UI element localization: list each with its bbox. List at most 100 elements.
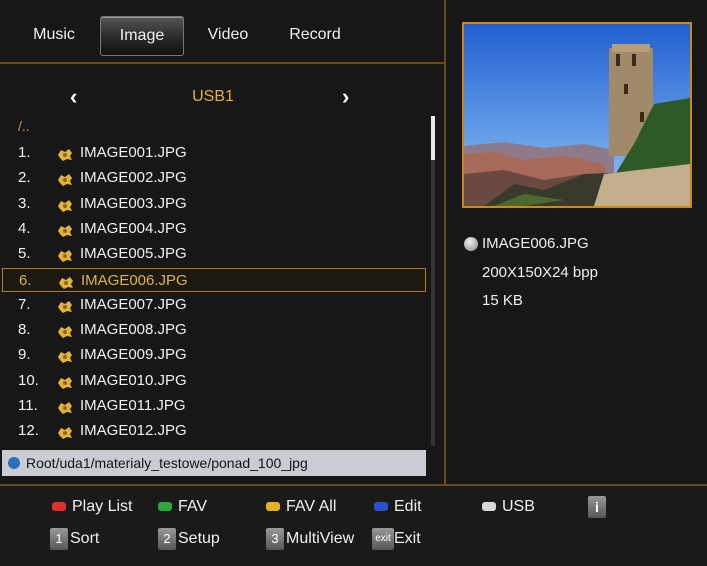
preview-filesize: 15 KB [482, 292, 523, 309]
play-list-key[interactable]: Play List [52, 496, 152, 518]
device-label: USB1 [192, 88, 234, 105]
image-file-icon [56, 247, 74, 263]
file-row[interactable]: 4. IMAGE004.JPG [2, 217, 426, 241]
image-preview [462, 22, 692, 208]
file-number: 1. [18, 144, 31, 161]
setup-label: Setup [178, 530, 220, 547]
file-name: IMAGE007.JPG [80, 295, 187, 313]
file-number: 8. [18, 321, 31, 339]
image-file-icon [56, 424, 74, 440]
file-row[interactable]: 2. IMAGE002.JPG [2, 166, 426, 190]
image-file-icon [56, 197, 74, 212]
chevron-left-icon[interactable]: ‹ [70, 84, 77, 110]
fav-label: FAV [178, 498, 208, 515]
file-row[interactable]: 6. IMAGE006.JPG [2, 267, 426, 292]
file-browser-panel: Music Image Video Record ‹ USB1 › /.. 1.… [0, 0, 444, 484]
chevron-right-icon[interactable]: › [342, 84, 349, 110]
path-bullet-icon [8, 457, 20, 469]
image-file-icon [56, 146, 74, 161]
file-number: 7. [18, 295, 31, 313]
fav-all-label: FAV All [286, 498, 337, 515]
file-name: IMAGE001.JPG [80, 144, 187, 161]
key-2-icon: 2 [158, 528, 176, 550]
file-name: IMAGE006.JPG [81, 271, 188, 289]
image-file-icon [56, 348, 74, 364]
usb-label: USB [502, 498, 535, 515]
selected-file-radio-icon [464, 237, 478, 251]
edit-key[interactable]: Edit [374, 496, 444, 518]
canyon-tower-photo [464, 24, 690, 206]
preview-filename: IMAGE006.JPG [482, 235, 589, 252]
scrollbar-thumb[interactable] [431, 116, 435, 160]
file-number: 6. [19, 271, 32, 289]
file-number: 11. [18, 397, 38, 414]
fav-key[interactable]: FAV [158, 496, 228, 518]
info-icon[interactable]: i [588, 496, 606, 518]
media-tabs: Music Image Video Record [0, 12, 444, 58]
image-file-icon [56, 323, 74, 339]
file-row[interactable]: 5. IMAGE005.JPG [2, 242, 426, 266]
file-name: IMAGE003.JPG [80, 194, 187, 212]
file-number: 12. [18, 422, 39, 440]
play-list-label: Play List [72, 498, 133, 515]
white-key-icon [482, 502, 496, 511]
image-file-icon [56, 298, 74, 313]
file-row[interactable]: 12. IMAGE012.JPG [2, 419, 426, 443]
preview-resolution: 200X150X24 bpp [482, 264, 598, 281]
setup-key[interactable]: 2 Setup [158, 528, 248, 550]
file-row[interactable]: 10. IMAGE010.JPG [2, 369, 426, 393]
tabs-divider [0, 62, 444, 64]
file-row[interactable]: 9. IMAGE009.JPG [2, 343, 426, 367]
image-file-icon [57, 274, 75, 289]
tab-image[interactable]: Image [100, 16, 184, 56]
file-row[interactable]: 7. IMAGE007.JPG [2, 293, 426, 317]
key-1-icon: 1 [50, 528, 68, 550]
edit-label: Edit [394, 498, 422, 515]
image-file-icon [56, 399, 74, 414]
image-file-icon [56, 222, 74, 237]
image-file-icon [56, 171, 74, 187]
file-number: 5. [18, 245, 31, 263]
sort-key[interactable]: 1 Sort [50, 528, 140, 550]
yellow-key-icon [266, 502, 280, 511]
file-number: 4. [18, 219, 31, 237]
file-name: IMAGE012.JPG [80, 422, 187, 440]
file-row[interactable]: 11. IMAGE011.JPG [2, 394, 426, 418]
blue-key-icon [374, 502, 388, 511]
image-file-icon [56, 374, 74, 389]
file-name: IMAGE009.JPG [80, 346, 187, 364]
exit-label: Exit [394, 530, 421, 547]
usb-key[interactable]: USB [482, 496, 552, 518]
current-path: Root/uda1/materialy_testowe/ponad_100_jp… [26, 455, 308, 471]
file-name: IMAGE008.JPG [80, 321, 187, 339]
file-number: 9. [18, 346, 31, 364]
file-number: 2. [18, 169, 31, 187]
file-number: 10. [18, 371, 39, 389]
green-key-icon [158, 502, 172, 511]
tab-music[interactable]: Music [22, 16, 86, 54]
tab-video[interactable]: Video [196, 16, 260, 54]
multiview-key[interactable]: 3 MultiView [266, 528, 366, 550]
red-key-icon [52, 502, 66, 511]
exit-key[interactable]: exit Exit [372, 528, 462, 550]
file-name: IMAGE010.JPG [80, 371, 187, 389]
file-name: IMAGE004.JPG [80, 219, 187, 237]
file-name: IMAGE002.JPG [80, 169, 187, 187]
sort-label: Sort [70, 530, 100, 547]
current-path-bar: Root/uda1/materialy_testowe/ponad_100_jp… [2, 450, 426, 476]
scrollbar[interactable] [431, 116, 435, 446]
file-row[interactable]: 3. IMAGE003.JPG [2, 192, 426, 216]
file-row[interactable]: 1. IMAGE001.JPG [2, 141, 426, 165]
file-number: 3. [18, 194, 31, 212]
parent-directory-item[interactable]: /.. [18, 118, 30, 134]
key-3-icon: 3 [266, 528, 284, 550]
device-navigator: ‹ USB1 › [0, 84, 444, 110]
file-name: IMAGE005.JPG [80, 245, 187, 263]
fav-all-key[interactable]: FAV All [266, 496, 356, 518]
exit-key-icon: exit [372, 528, 394, 550]
file-name: IMAGE011.JPG [80, 397, 186, 414]
panel-divider [444, 0, 446, 484]
tab-record[interactable]: Record [278, 16, 352, 54]
file-row[interactable]: 8. IMAGE008.JPG [2, 318, 426, 342]
multiview-label: MultiView [286, 530, 355, 547]
